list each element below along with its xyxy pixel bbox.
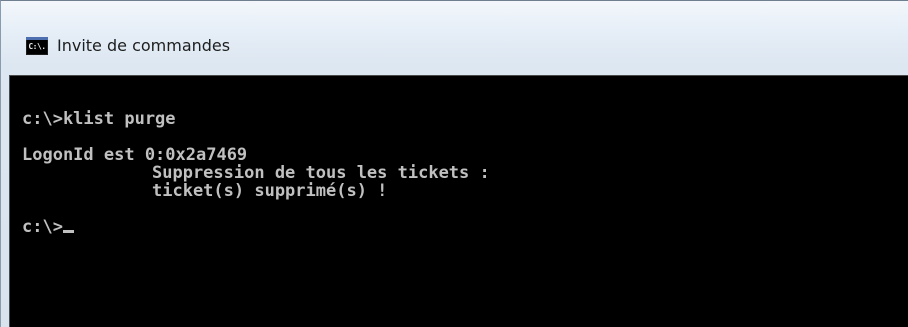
console-area[interactable]: c:\>klist purge LogonId est 0:0x2a7469 Sup… xyxy=(9,75,908,327)
console-line-command: c:\>klist purge xyxy=(22,109,176,129)
window-title: Invite de commandes xyxy=(57,36,231,55)
console-line-deleted: ticket(s) supprimé(s) ! xyxy=(22,182,490,200)
console-prompt: c:\> xyxy=(22,217,63,237)
console-prompt-line[interactable]: c:\> xyxy=(22,218,490,236)
console-output: c:\>klist purge LogonId est 0:0x2a7469 Sup… xyxy=(22,110,490,236)
console-line-suppression-text: Suppression de tous les tickets : xyxy=(152,163,490,183)
console-line-deleted-text: ticket(s) supprimé(s) ! xyxy=(152,181,388,201)
console-line-suppression: Suppression de tous les tickets : xyxy=(22,164,490,182)
title-bar[interactable]: C:\. Invite de commandes xyxy=(1,1,908,75)
command-prompt-window: C:\. Invite de commandes c:\>klist purge… xyxy=(0,0,908,327)
console-line-logonid: LogonId est 0:0x2a7469 xyxy=(22,145,248,165)
command-prompt-icon[interactable]: C:\. xyxy=(26,37,48,55)
text-cursor xyxy=(62,230,74,233)
